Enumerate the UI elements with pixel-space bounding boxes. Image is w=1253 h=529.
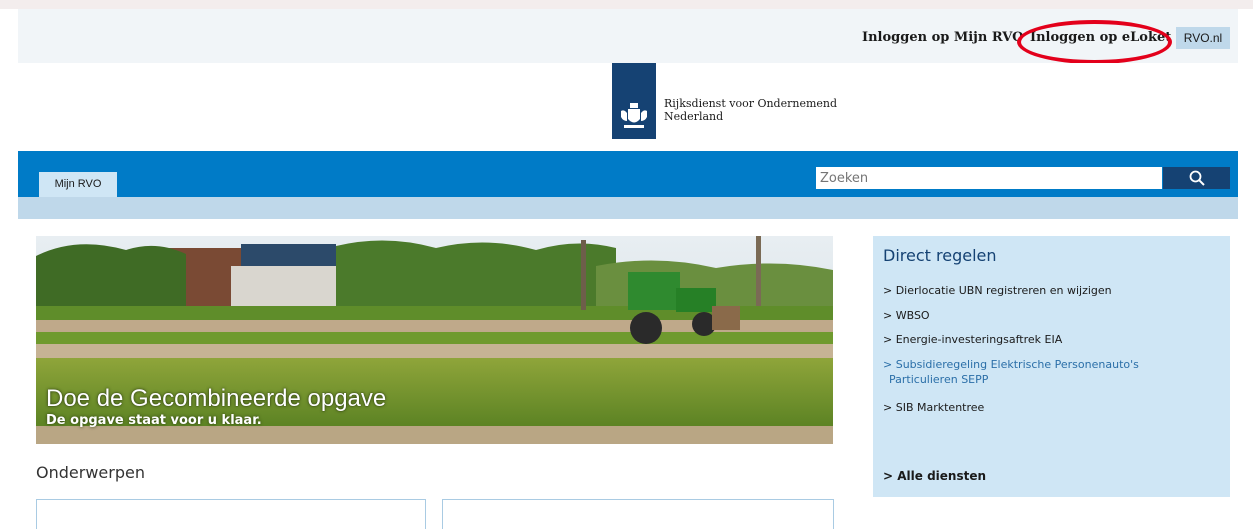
link-sepp-line2[interactable]: Particulieren SEPP xyxy=(889,373,988,387)
org-name-line2: Nederland xyxy=(664,110,724,123)
rvo-nl-link[interactable]: RVO.nl xyxy=(1176,27,1230,49)
rijkswapen-logo[interactable] xyxy=(612,63,656,139)
org-name-line1: Rijksdienst voor Ondernemend xyxy=(664,97,838,110)
login-mijn-rvo-link[interactable]: Inloggen op Mijn RVO xyxy=(862,30,1023,45)
topic-card[interactable] xyxy=(442,499,834,529)
search-icon xyxy=(1189,170,1205,186)
hero-title[interactable]: Doe de Gecombineerde opgave xyxy=(46,385,386,413)
link-sib-marktentree[interactable]: > SIB Marktentree xyxy=(883,401,984,415)
top-strip xyxy=(0,0,1253,9)
org-name: Rijksdienst voor Ondernemend Nederland xyxy=(664,97,837,123)
link-dierlocatie-ubn[interactable]: > Dierlocatie UBN registreren en wijzige… xyxy=(883,284,1112,298)
link-eia[interactable]: > Energie-investeringsaftrek EIA xyxy=(883,333,1062,347)
search-input[interactable] xyxy=(816,167,1162,189)
search-button[interactable] xyxy=(1163,167,1230,189)
link-alle-diensten[interactable]: > Alle diensten xyxy=(883,469,986,483)
tab-mijn-rvo[interactable]: Mijn RVO xyxy=(39,172,117,197)
coat-of-arms-icon xyxy=(621,103,647,128)
topic-card[interactable] xyxy=(36,499,426,529)
login-eloket-link[interactable]: Inloggen op eLoket xyxy=(1030,30,1171,45)
hero-subtitle: De opgave staat voor u klaar. xyxy=(46,413,262,428)
direct-regelen-title: Direct regelen xyxy=(883,246,997,265)
sub-navbar xyxy=(18,197,1238,219)
link-wbso[interactable]: > WBSO xyxy=(883,309,930,323)
section-heading-onderwerpen: Onderwerpen xyxy=(36,463,145,482)
link-sepp[interactable]: > Subsidieregeling Elektrische Personena… xyxy=(883,358,1139,372)
